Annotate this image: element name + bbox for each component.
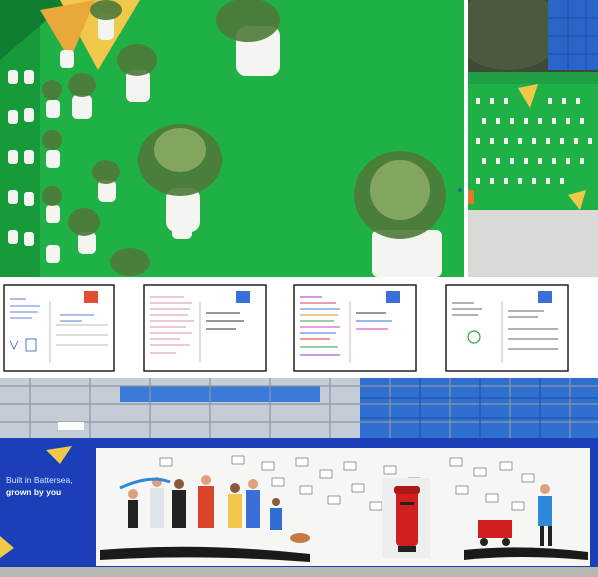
hoarding-slogan: Built in Battersea, grown by you: [6, 474, 96, 498]
postcards-strip: [0, 281, 598, 377]
green-wall-planters-photo: [0, 0, 464, 277]
hoarding-planters-photo: [468, 0, 598, 277]
slogan-line-1: Built in Battersea,: [6, 475, 73, 485]
slogan-line-2: grown by you: [6, 487, 62, 497]
battersea-hoarding-photo: Built in Battersea, grown by you: [0, 378, 598, 577]
postcard-2: [143, 284, 267, 372]
postcard-4: [445, 284, 569, 372]
postcard-1: [3, 284, 115, 372]
postcard-3: [293, 284, 417, 372]
postbox: [382, 478, 430, 558]
